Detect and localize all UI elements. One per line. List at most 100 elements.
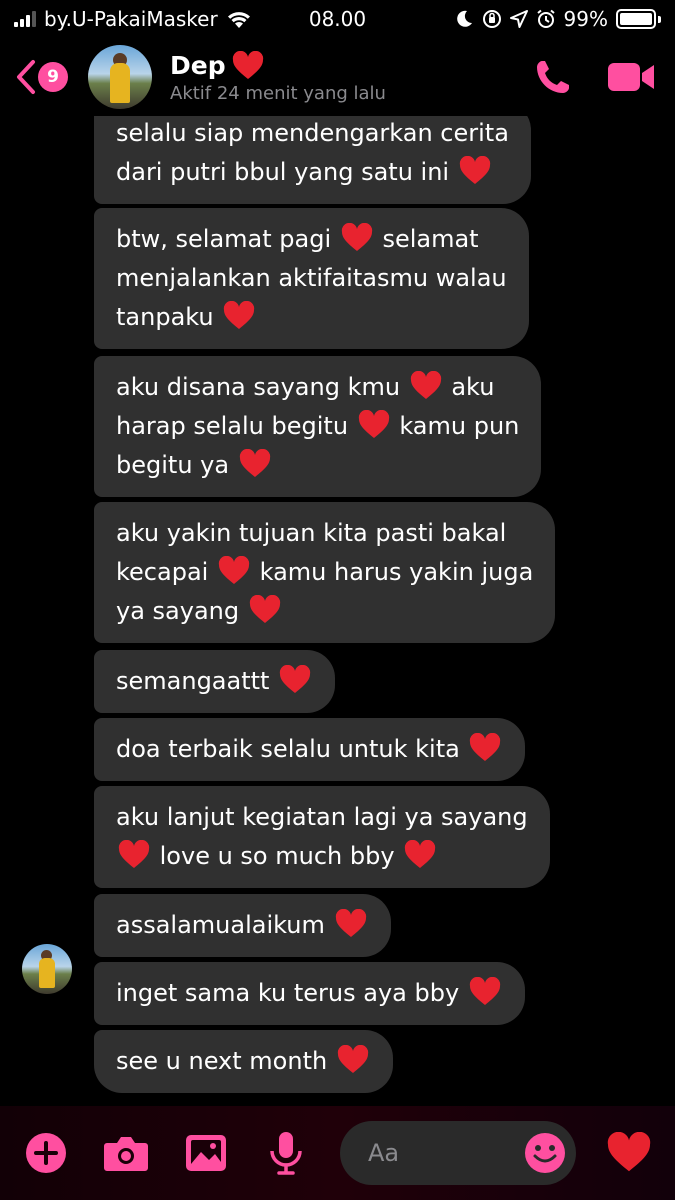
message-bubble[interactable]: aku disana sayang kmu aku harap selalu be…: [94, 356, 542, 497]
chat-header: 9 Dep Aktif 24 menit yang lalu: [0, 38, 675, 116]
composer-actions: [22, 1129, 310, 1177]
back-button[interactable]: 9: [14, 59, 68, 95]
heart-icon: [469, 977, 500, 1005]
message-text: aku lanjut kegiatan lagi ya sayang: [116, 803, 528, 831]
emoji-icon[interactable]: [524, 1132, 566, 1174]
avatar[interactable]: [88, 45, 152, 109]
message-line: assalamualaikum: [116, 906, 369, 945]
message-text: doa terbaik selalu untuk kita: [116, 735, 460, 763]
message-line: inget sama ku terus aya bby: [116, 974, 503, 1013]
message-text: begitu ya: [116, 451, 230, 479]
back-chevron-icon: [14, 59, 38, 95]
heart-icon: [224, 301, 255, 329]
message-input[interactable]: [368, 1139, 508, 1167]
message-line: ya sayang: [116, 592, 533, 631]
message-bubble[interactable]: aku yakin tujuan kita pasti bakal kecapai…: [94, 502, 556, 643]
heart-icon: [279, 665, 311, 693]
heart-icon: [470, 733, 501, 761]
message-bubble[interactable]: semangaattt: [94, 650, 336, 713]
signal-icon: [14, 11, 36, 27]
heart-icon: [118, 840, 150, 868]
message-line: dari putri bbul yang satu ini: [116, 153, 509, 192]
status-bar: by.U-PakaiMasker 08.00 99%: [0, 0, 675, 38]
status-right: 99%: [454, 7, 661, 31]
heart-icon: [459, 156, 490, 184]
message-bubble[interactable]: doa terbaik selalu untuk kita: [94, 718, 526, 781]
message-line: aku lanjut kegiatan lagi ya sayang: [116, 798, 528, 837]
message-text: kamu harus yakin juga: [259, 558, 534, 586]
message-bubble[interactable]: inget sama ku terus aya bby: [94, 962, 525, 1025]
message-bubble[interactable]: selalu siap mendengarkan cerita dari putr…: [94, 108, 531, 204]
carrier-name: by.U-PakaiMasker: [44, 7, 218, 31]
message-text: kamu pun: [399, 412, 520, 440]
message-line: harap selalu begitu kamu pun: [116, 407, 519, 446]
message-text: harap selalu begitu: [116, 412, 349, 440]
message-bubble[interactable]: aku lanjut kegiatan lagi ya sayang love …: [94, 786, 550, 888]
message-text: assalamualaikum: [116, 911, 325, 939]
message-text: kecapai: [116, 558, 209, 586]
heart-icon: [337, 1045, 368, 1073]
message-input-box[interactable]: [340, 1121, 576, 1185]
heart-icon: [239, 449, 270, 477]
message-line: tanpaku: [116, 298, 507, 337]
orientation-lock-icon: [482, 9, 502, 29]
status-left: by.U-PakaiMasker: [14, 7, 252, 31]
message-line: selalu siap mendengarkan cerita: [116, 114, 509, 153]
message-text: menjalankan aktifaitasmu walau: [116, 264, 507, 292]
header-actions: [533, 57, 661, 97]
wifi-icon: [226, 9, 252, 29]
message-bubble[interactable]: assalamualaikum: [94, 894, 391, 957]
message-text: btw, selamat pagi: [116, 225, 332, 253]
heart-icon: [232, 50, 263, 79]
battery-percent: 99%: [563, 7, 608, 31]
message-text: selamat: [382, 225, 479, 253]
sender-avatar[interactable]: [22, 944, 72, 994]
message-text: semangaattt: [116, 667, 270, 695]
message-line: btw, selamat pagi selamat: [116, 220, 507, 259]
contact-info[interactable]: Dep Aktif 24 menit yang lalu: [170, 50, 386, 104]
message-line: menjalankan aktifaitasmu walau: [116, 259, 507, 298]
location-icon: [509, 10, 528, 28]
battery-fill: [620, 13, 652, 25]
message-text: see u next month: [116, 1047, 328, 1075]
messenger-chat-screen: by.U-PakaiMasker 08.00 99% 9 Dep Aktif 2…: [0, 0, 675, 1200]
contact-name: Dep: [170, 51, 226, 80]
message-line: kecapai kamu harus yakin juga: [116, 553, 533, 592]
battery-icon: [616, 9, 661, 29]
message-text: ya sayang: [116, 597, 240, 625]
message-text: selalu siap mendengarkan cerita: [116, 119, 509, 147]
heart-icon: [249, 595, 280, 623]
message-text: inget sama ku terus aya bby: [116, 979, 460, 1007]
image-icon[interactable]: [182, 1129, 230, 1177]
heart-icon: [341, 223, 372, 251]
message-text: aku disana sayang kmu: [116, 373, 401, 401]
message-text: aku yakin tujuan kita pasti bakal: [116, 519, 507, 547]
message-list[interactable]: selalu siap mendengarkan cerita dari putr…: [0, 108, 675, 1106]
heart-icon[interactable]: [605, 1129, 653, 1177]
contact-status: Aktif 24 menit yang lalu: [170, 82, 386, 104]
message-line: semangaattt: [116, 662, 313, 701]
message-text: love u so much bby: [159, 842, 395, 870]
contact-name-row: Dep: [170, 50, 386, 81]
composer-bar: [0, 1106, 675, 1200]
message-line: aku disana sayang kmu aku: [116, 368, 519, 407]
heart-icon: [358, 410, 389, 438]
message-bubble[interactable]: btw, selamat pagi selamat menjalankan akt…: [94, 208, 529, 349]
camera-icon[interactable]: [102, 1129, 150, 1177]
video-camera-icon[interactable]: [607, 60, 655, 94]
alarm-icon: [536, 9, 556, 29]
moon-icon: [454, 9, 474, 29]
heart-icon: [335, 909, 366, 937]
microphone-icon[interactable]: [262, 1129, 310, 1177]
message-line: love u so much bby: [116, 837, 528, 876]
plus-icon[interactable]: [22, 1129, 70, 1177]
message-line: doa terbaik selalu untuk kita: [116, 730, 503, 769]
message-text: aku: [451, 373, 495, 401]
message-line: see u next month: [116, 1042, 371, 1081]
phone-icon[interactable]: [533, 57, 573, 97]
heart-icon: [218, 556, 250, 584]
message-line: begitu ya: [116, 446, 519, 485]
message-bubble[interactable]: see u next month: [94, 1030, 393, 1093]
message-line: aku yakin tujuan kita pasti bakal: [116, 514, 533, 553]
message-text: tanpaku: [116, 303, 214, 331]
